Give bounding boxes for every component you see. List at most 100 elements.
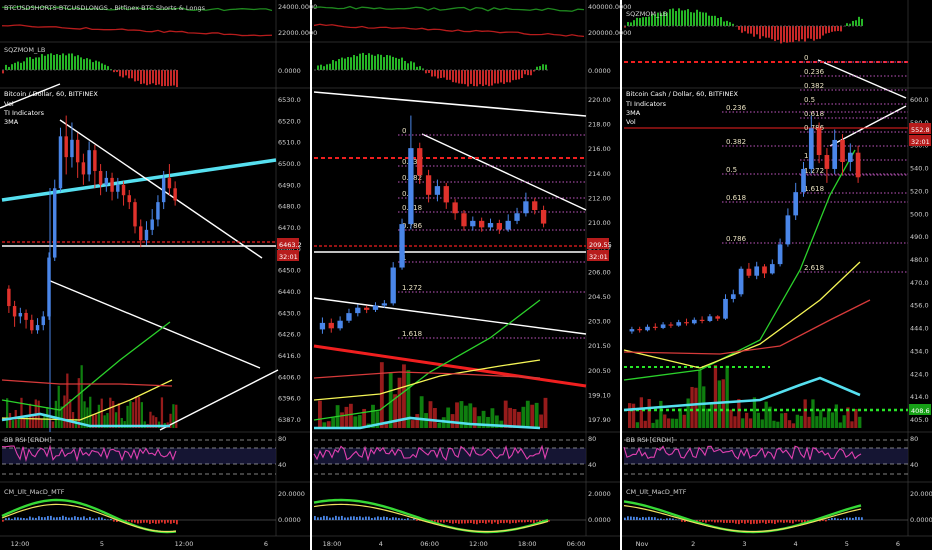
candle-body: [832, 139, 838, 169]
squeeze-bar: [2, 70, 4, 74]
macd-bar: [398, 518, 400, 520]
squeeze-bar: [645, 17, 647, 26]
squeeze-bar: [717, 18, 719, 26]
macd-bar: [744, 520, 746, 524]
macd-bar: [855, 516, 857, 520]
candle-body: [104, 177, 109, 185]
price-scale-label: 6500.0: [278, 160, 301, 168]
volume-bar: [628, 403, 632, 428]
squeeze-bar: [792, 26, 794, 43]
scale-label: 0.0000: [910, 516, 932, 524]
countdown-tag: 32:01: [279, 253, 298, 261]
candle-body: [408, 148, 414, 225]
candle-body: [816, 128, 822, 156]
price-scale-label: 6440.0: [278, 288, 301, 296]
volume-bar: [702, 386, 706, 428]
volume-bar: [752, 397, 757, 428]
macd-bar: [497, 520, 499, 525]
macd-bar: [68, 517, 70, 520]
squeeze-bar: [317, 65, 319, 70]
macd-bar: [41, 517, 43, 520]
macd-bar: [158, 520, 160, 524]
squeeze-bar: [452, 70, 454, 83]
macd-bar: [347, 517, 349, 520]
squeeze-bar: [152, 70, 154, 84]
squeeze-bar: [500, 70, 502, 83]
squeeze-bar: [146, 70, 148, 86]
macd-bar: [353, 516, 355, 520]
squeeze-bar: [726, 20, 728, 26]
macd-bar: [702, 520, 704, 522]
price-scale-label: 6430.0: [278, 309, 301, 317]
squeeze-bar: [38, 57, 40, 70]
macd-bar: [134, 520, 136, 523]
squeeze-bar: [491, 70, 493, 86]
macd-bar: [485, 520, 487, 524]
squeeze-bar: [440, 70, 442, 78]
shorts-line: [313, 5, 585, 12]
squeeze-bar: [341, 57, 343, 70]
volume-bar: [772, 420, 776, 428]
squeeze-bar: [777, 26, 779, 40]
squeeze-bar: [428, 70, 430, 73]
candle-body: [133, 202, 137, 227]
candle-body: [161, 177, 166, 203]
squeeze-bar: [636, 17, 638, 26]
candle-body: [381, 303, 387, 306]
macd-bar: [371, 517, 373, 520]
price-scale-label: 600.0: [910, 96, 929, 104]
macd-bar: [359, 516, 361, 520]
rsi-band: [2, 448, 276, 464]
squeeze-bar: [816, 26, 818, 40]
volume-bar: [20, 397, 23, 428]
squeeze-bar: [362, 52, 364, 70]
candle-body: [35, 325, 40, 331]
macd-bar: [377, 516, 379, 520]
squeeze-bar: [68, 53, 70, 70]
squeeze-bar: [80, 57, 82, 70]
squeeze-bar: [627, 22, 629, 26]
macd-bar: [167, 520, 169, 523]
macd-bar: [726, 520, 728, 523]
squeeze-bar: [482, 70, 484, 86]
volume-bar: [126, 405, 129, 428]
secondary-price-tag: 408.6: [911, 407, 930, 415]
candle-body: [173, 188, 177, 201]
candle-body: [691, 319, 697, 324]
candle-body: [715, 316, 721, 319]
macd-bar: [648, 516, 650, 520]
macd-bar: [723, 520, 725, 523]
volume-bar: [729, 409, 733, 428]
fib-label: 0.236: [804, 68, 825, 76]
squeeze-bar: [47, 54, 49, 70]
macd-bar: [401, 518, 403, 520]
macd-bar: [368, 516, 370, 520]
chart-canvas[interactable]: BTCUSDSHORTS-BTCUSDLONGS - Bitfinex BTC …: [0, 0, 932, 550]
macd-bar: [59, 516, 61, 520]
time-label: 18:00: [518, 540, 537, 548]
squeeze-bar: [395, 57, 397, 70]
squeeze-bar: [744, 26, 746, 32]
macd-bar: [329, 517, 331, 520]
volume-bar: [803, 399, 807, 428]
squeeze-bar: [320, 64, 322, 70]
squeeze-bar: [497, 70, 499, 84]
time-label: 12:00: [175, 540, 194, 548]
macd-bar: [128, 520, 130, 522]
macd-bar: [527, 520, 529, 522]
volume-bar: [858, 416, 862, 428]
moving-average: [1, 321, 171, 411]
macd-bar: [26, 518, 28, 520]
price-scale-label: 520.0: [910, 187, 929, 195]
volume-bar: [477, 416, 482, 428]
candle-body: [12, 306, 17, 317]
macd-bar: [137, 520, 139, 524]
volume-bar: [725, 365, 729, 428]
candle-body: [769, 264, 775, 274]
volume-bar: [748, 418, 753, 428]
macd-bar: [783, 520, 785, 523]
macd-bar: [74, 516, 76, 520]
volume-bar: [503, 400, 508, 428]
macd-bar: [146, 520, 148, 523]
squeeze-bar: [26, 57, 28, 70]
